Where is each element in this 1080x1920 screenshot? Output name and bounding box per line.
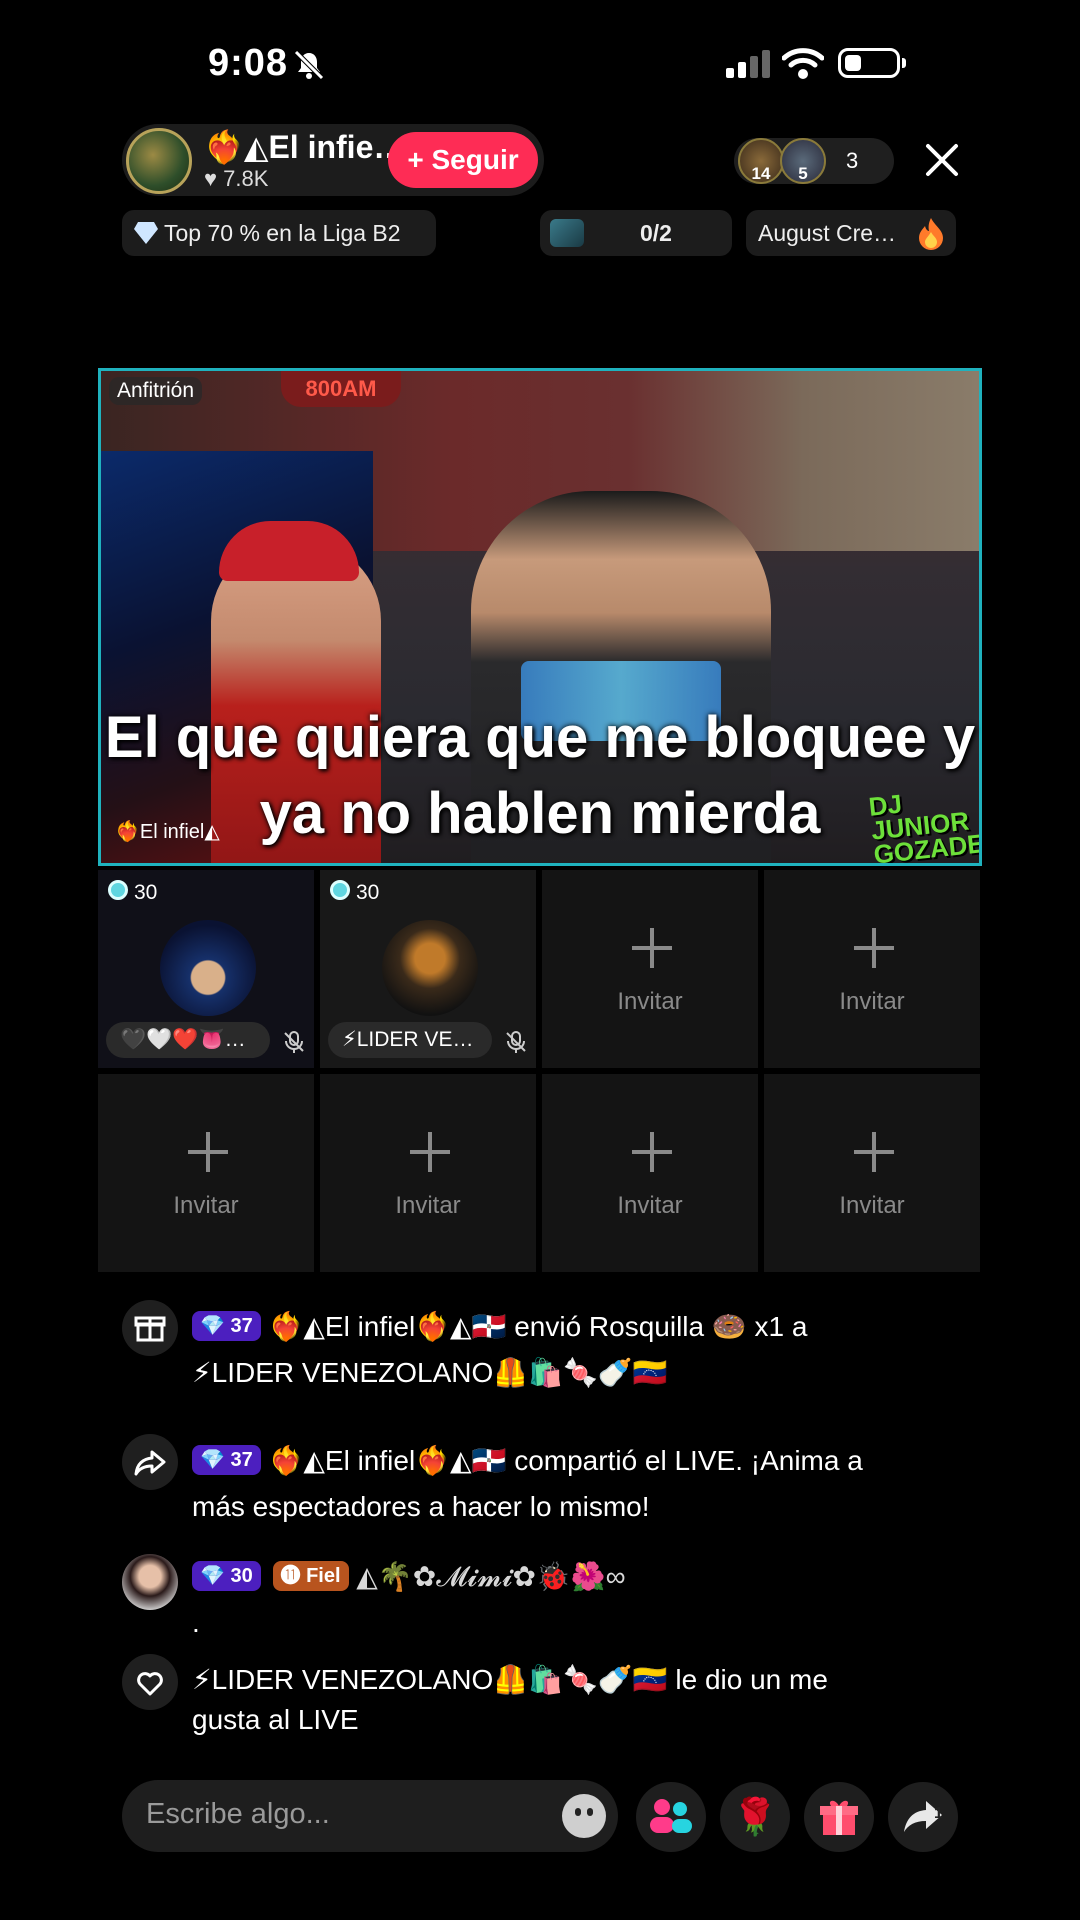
gift-icon	[820, 1800, 858, 1835]
chat-message: 💎 37 ❤️‍🔥◭El infiel❤️‍🔥◭🇩🇴 envió Rosquil…	[192, 1304, 952, 1396]
top-viewer-avatar[interactable]: 5	[780, 138, 826, 184]
invite-label: Invitar	[839, 988, 905, 1015]
wifi-icon	[782, 48, 824, 79]
plus-icon	[854, 1132, 894, 1172]
signal-icon	[726, 50, 770, 78]
rose-gift-button[interactable]: 🌹	[720, 1782, 790, 1852]
plus-icon	[854, 928, 894, 968]
message-text: ⚡LIDER VENEZOLANO🦺🛍️🍬🍼🇻🇪 le dio un me	[192, 1664, 828, 1695]
guest-avatar	[382, 920, 478, 1016]
invite-label: Invitar	[839, 1192, 905, 1219]
chat-message: ⚡LIDER VENEZOLANO🦺🛍️🍬🍼🇻🇪 le dio un me gu…	[192, 1660, 952, 1740]
people-icon	[650, 1799, 692, 1833]
message-text: ❤️‍🔥◭El infiel❤️‍🔥◭🇩🇴 envió Rosquilla 🍩 …	[268, 1311, 808, 1342]
plus-icon	[410, 1132, 450, 1172]
level-badge: 💎 37	[192, 1311, 261, 1341]
message-text: .	[192, 1607, 200, 1638]
host-name: ❤️‍🔥◭El infie…	[204, 129, 406, 165]
event-chip[interactable]: August Cre…	[746, 210, 956, 256]
rose-icon: 🌹	[732, 1796, 778, 1837]
share-event-icon	[122, 1434, 178, 1490]
user-name[interactable]: ◭🌴✿𝓜𝓲𝓶𝓲✿🐞🌺∞	[356, 1561, 625, 1592]
invite-slot[interactable]: Invitar	[542, 870, 758, 1068]
emoji-icon[interactable]	[562, 1794, 606, 1838]
chat-message: 💎 37 ❤️‍🔥◭El infiel❤️‍🔥◭🇩🇴 compartió el …	[192, 1438, 952, 1530]
message-text: ❤️‍🔥◭El infiel❤️‍🔥◭🇩🇴 compartió el LIVE.…	[268, 1445, 863, 1476]
viewer-count[interactable]: 3	[846, 148, 858, 174]
goal-chip[interactable]: 0/2	[540, 210, 732, 256]
battery-icon	[838, 48, 900, 78]
host-likes: ♥ 7.8K	[204, 166, 269, 191]
goal-progress: 0/2	[640, 220, 672, 246]
host-avatar[interactable]	[126, 128, 192, 194]
red-cap	[219, 521, 359, 581]
event-text: August Cre…	[758, 220, 897, 246]
like-event-icon	[122, 1654, 178, 1710]
fan-badge: ⓫ Fiel	[272, 1561, 349, 1591]
video-caption: El que quiera que me bloquee y ya no hab…	[104, 705, 976, 846]
guest-score: 30	[330, 880, 379, 905]
guest-avatar	[160, 920, 256, 1016]
league-chip[interactable]: Top 70 % en la Liga B2	[122, 210, 436, 256]
station-logo: 800AM	[281, 371, 401, 407]
status-bar: 9:08	[0, 0, 1080, 110]
invite-slot[interactable]: Invitar	[320, 1074, 536, 1272]
guest-score: 30	[108, 880, 157, 905]
diamond-icon	[134, 222, 158, 244]
level-badge: 💎 30	[192, 1561, 261, 1591]
guest-slot[interactable]: 30 ⚡LIDER VE…	[320, 870, 536, 1068]
fire-icon	[919, 218, 943, 250]
comment-placeholder: Escribe algo...	[146, 1798, 330, 1830]
league-text: Top 70 % en la Liga B2	[164, 220, 401, 246]
follow-button[interactable]: + Seguir	[388, 132, 538, 188]
plus-icon	[632, 928, 672, 968]
message-text: más espectadores a hacer lo mismo!	[192, 1491, 650, 1522]
guest-name: 🖤🤍❤️👅…	[106, 1022, 270, 1058]
invite-slot[interactable]: Invitar	[542, 1074, 758, 1272]
level-badge: 💎 37	[192, 1445, 261, 1475]
invite-label: Invitar	[617, 1192, 683, 1219]
share-button[interactable]: 1	[888, 1782, 958, 1852]
guest-slot[interactable]: 30 🖤🤍❤️👅…	[98, 870, 314, 1068]
mic-muted-icon	[284, 1031, 304, 1053]
multi-guest-button[interactable]	[636, 1782, 706, 1852]
chat-message: 💎 30 ⓫ Fiel ◭🌴✿𝓜𝓲𝓶𝓲✿🐞🌺∞ .	[192, 1554, 952, 1646]
guest-name: ⚡LIDER VE…	[328, 1022, 492, 1058]
bell-muted-icon	[294, 50, 324, 80]
invite-label: Invitar	[173, 1192, 239, 1219]
goal-icon	[550, 219, 584, 247]
user-avatar[interactable]	[122, 1554, 178, 1610]
gift-button[interactable]	[804, 1782, 874, 1852]
share-count: 1	[934, 1805, 943, 1822]
invite-slot[interactable]: Invitar	[764, 1074, 980, 1272]
host-tag: Anfitrión	[109, 377, 203, 405]
invite-slot[interactable]: Invitar	[764, 870, 980, 1068]
invite-slot[interactable]: Invitar	[98, 1074, 314, 1272]
top-viewer-avatar[interactable]: 14	[738, 138, 784, 184]
message-text: ⚡LIDER VENEZOLANO🦺🛍️🍬🍼🇻🇪	[192, 1357, 668, 1388]
message-text: gusta al LIVE	[192, 1704, 359, 1735]
invite-label: Invitar	[617, 988, 683, 1015]
mic-muted-icon	[506, 1031, 526, 1053]
plus-icon	[188, 1132, 228, 1172]
invite-label: Invitar	[395, 1192, 461, 1219]
plus-icon	[632, 1132, 672, 1172]
close-icon[interactable]	[922, 140, 962, 180]
gift-event-icon	[122, 1300, 178, 1356]
clock: 9:08	[208, 42, 289, 84]
